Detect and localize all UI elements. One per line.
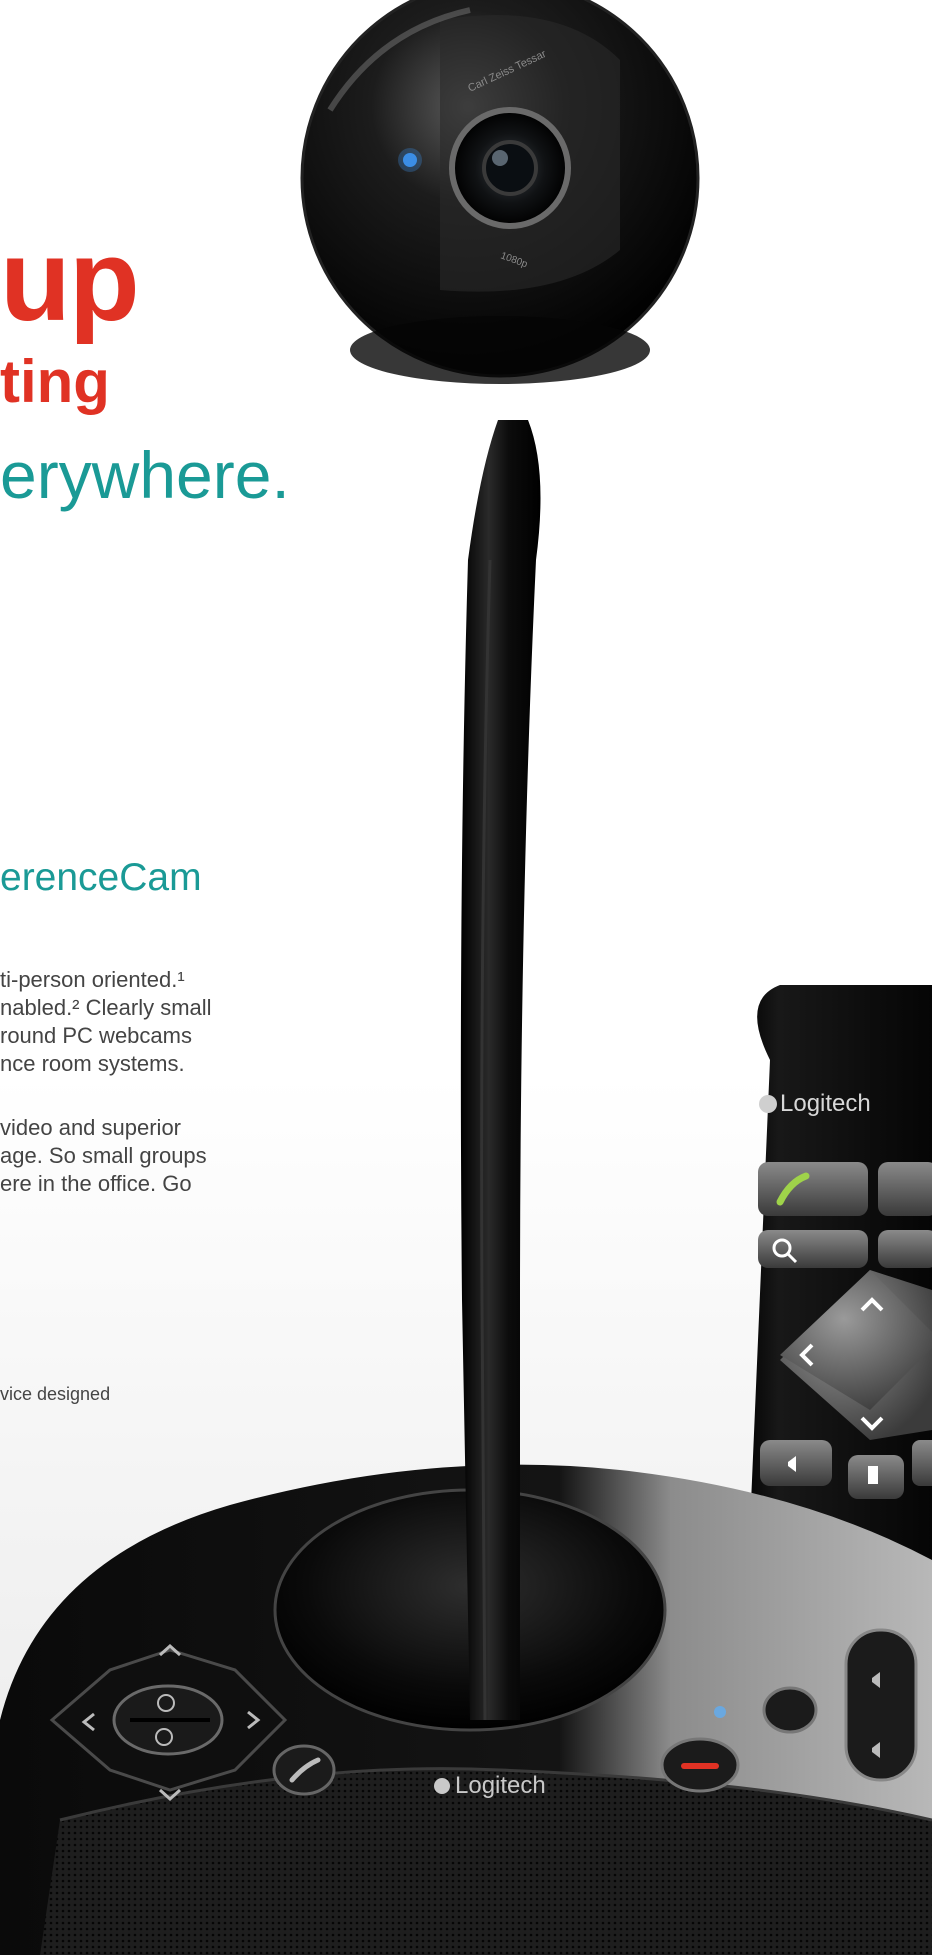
logitech-logo-icon bbox=[434, 1778, 450, 1794]
mute-button bbox=[762, 1686, 818, 1734]
base-logo: Logitech bbox=[455, 1772, 546, 1799]
volume-rocker bbox=[844, 1628, 918, 1782]
camera-head: Carl Zeiss Tessar 1080p bbox=[300, 0, 700, 384]
product-photo: Logitech Logitech Carl Zeiss Tessar 1080… bbox=[0, 0, 932, 1955]
speakerphone-base: Logitech bbox=[0, 1464, 932, 1955]
remote-logo: Logitech bbox=[780, 1090, 871, 1117]
status-led bbox=[714, 1706, 726, 1718]
logitech-logo-icon bbox=[759, 1095, 777, 1113]
mute-icon bbox=[868, 1466, 878, 1484]
brochure-page: up ting erywhere. erenceCam ti-person or… bbox=[0, 0, 932, 1955]
